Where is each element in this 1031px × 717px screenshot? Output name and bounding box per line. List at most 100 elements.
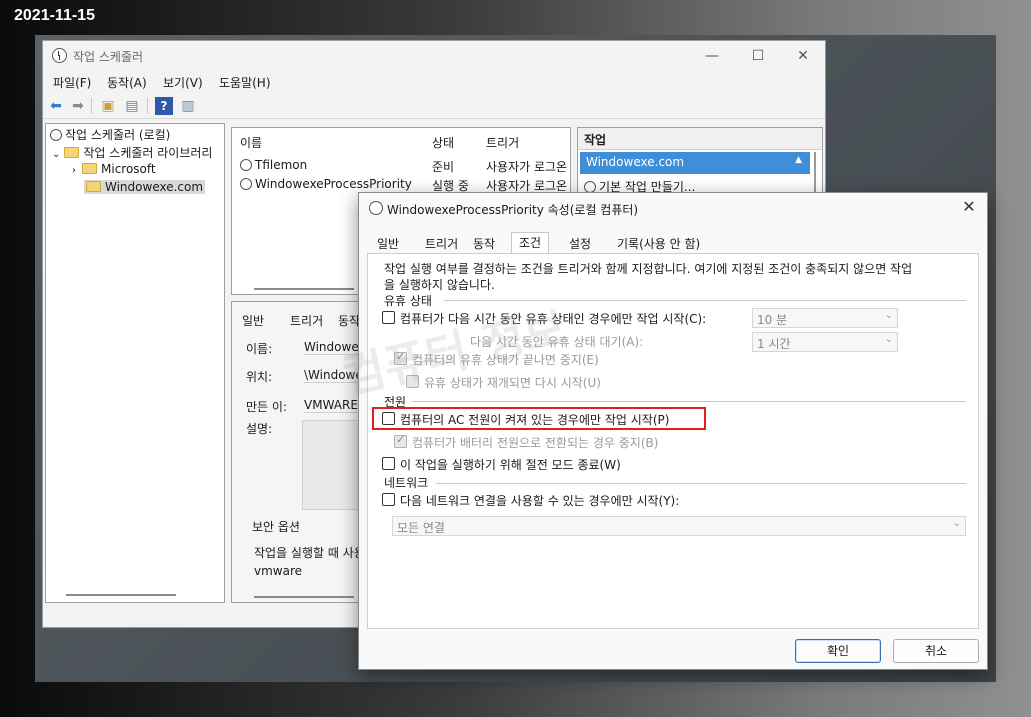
- maximize-button[interactable]: ☐: [743, 45, 773, 67]
- idle-only-checkbox[interactable]: [382, 311, 395, 324]
- toolbar-separator: [91, 98, 92, 114]
- network-group-title: 네트워크: [384, 476, 429, 490]
- detail-tab-actions[interactable]: 동작: [338, 312, 360, 329]
- idle-only-label: 컴퓨터가 다음 시간 동안 유휴 상태인 경우에만 작업 시작(C):: [400, 312, 707, 326]
- tree-folder-label: Microsoft: [101, 162, 156, 176]
- tab-general[interactable]: 일반: [375, 235, 401, 252]
- wake-to-run-label: 이 작업을 실행하기 위해 절전 모드 종료(W): [400, 458, 621, 472]
- menubar: 파일(F) 동작(A) 보기(V) 도움말(H): [43, 71, 825, 93]
- intro-text-line2: 을 실행하지 않습니다.: [384, 278, 495, 292]
- task-properties-dialog: WindowexeProcessPriority 속성(로컬 컴퓨터) ✕ 일반…: [358, 192, 988, 670]
- author-value: VMWARE\vmware: [304, 398, 364, 413]
- tree-library[interactable]: ⌄ 작업 스케줄러 라이브러리: [52, 144, 212, 161]
- conditions-panel: 작업 실행 여부를 결정하는 조건을 트리거와 함께 지정합니다. 여기에 지정…: [367, 253, 979, 629]
- chevron-down-icon: ⌄: [884, 310, 893, 321]
- tab-history[interactable]: 기록(사용 안 함): [615, 235, 702, 252]
- task-clock-icon: [240, 159, 252, 171]
- dialog-title: WindowexeProcessPriority 속성(로컬 컴퓨터): [387, 203, 639, 217]
- description-label: 설명:: [246, 422, 273, 436]
- actions-section-label: Windowexe.com: [586, 155, 685, 169]
- console-tree: 작업 스케줄러 (로컬) ⌄ 작업 스케줄러 라이브러리 › Microsoft W…: [45, 123, 225, 603]
- horizontal-scrollbar[interactable]: [66, 594, 176, 596]
- detail-tab-general[interactable]: 일반: [242, 312, 264, 329]
- security-user-label: 작업을 실행할 때 사용할 사용자 계정:: [254, 546, 366, 560]
- dialog-close-button[interactable]: ✕: [959, 197, 979, 216]
- clock-icon: [369, 201, 383, 215]
- collapse-arrow-icon[interactable]: ▲: [795, 155, 802, 165]
- idle-duration-select[interactable]: 10 분 ⌄: [752, 308, 898, 328]
- network-only-checkbox[interactable]: [382, 493, 395, 506]
- task-status: 준비: [432, 160, 455, 174]
- tree-root[interactable]: 작업 스케줄러 (로컬): [50, 126, 170, 143]
- network-connection-select[interactable]: 모든 연결 ⌄: [392, 516, 966, 536]
- stop-on-idle-end-checkbox[interactable]: [394, 350, 407, 365]
- idle-duration-value: 10 분: [757, 313, 788, 327]
- chevron-right-icon[interactable]: ›: [72, 165, 76, 176]
- security-user-value: vmware: [254, 564, 303, 578]
- dialog-tabbar: 일반 트리거 동작 조건 설정 기록(사용 안 함): [367, 232, 979, 254]
- idle-wait-select[interactable]: 1 시간 ⌄: [752, 332, 898, 352]
- wake-to-run-checkbox[interactable]: [382, 457, 395, 470]
- idle-wait-label: 다음 시간 동안 유휴 상태 대기(A):: [470, 335, 644, 349]
- cancel-button[interactable]: 취소: [893, 639, 979, 663]
- location-label: 위치:: [246, 370, 273, 384]
- menu-action[interactable]: 동작(A): [107, 74, 147, 91]
- window-title: 작업 스케줄러: [73, 50, 144, 64]
- detail-tab-triggers[interactable]: 트리거: [290, 312, 323, 329]
- chevron-down-icon[interactable]: ⌄: [52, 149, 60, 160]
- column-header-status[interactable]: 상태: [432, 134, 454, 151]
- show-hide-console-tree-icon[interactable]: ▤: [123, 97, 141, 115]
- folder-icon: [64, 147, 80, 158]
- tab-actions[interactable]: 동작: [471, 235, 497, 252]
- clock-icon: [50, 129, 62, 141]
- stop-on-idle-end-label: 컴퓨터의 유휴 상태가 끝나면 중지(E): [412, 353, 599, 367]
- horizontal-scrollbar[interactable]: [254, 288, 354, 290]
- ac-power-only-checkbox[interactable]: [382, 412, 395, 425]
- table-row[interactable]: Tfilemon: [240, 158, 307, 172]
- group-divider: [436, 483, 966, 484]
- stop-on-battery-label: 컴퓨터가 배터리 전원으로 전환되는 경우 중지(B): [412, 436, 659, 450]
- folder-icon: [82, 163, 97, 174]
- date-stamp: 2021-11-15: [14, 7, 95, 24]
- group-divider: [412, 401, 966, 402]
- titlebar: 작업 스케줄러 — ☐ ✕: [43, 41, 825, 71]
- tab-conditions[interactable]: 조건: [511, 232, 550, 254]
- stop-on-battery-checkbox[interactable]: [394, 433, 407, 448]
- horizontal-scrollbar[interactable]: [254, 596, 354, 598]
- show-hide-action-pane-icon[interactable]: ▥: [179, 97, 197, 115]
- task-name: WindowexeProcessPriority: [255, 177, 412, 191]
- column-header-trigger[interactable]: 트리거: [486, 134, 519, 151]
- actions-section-windowexe[interactable]: Windowexe.com ▲: [580, 152, 810, 174]
- close-button[interactable]: ✕: [788, 45, 818, 67]
- tab-settings[interactable]: 설정: [567, 235, 593, 252]
- minimize-button[interactable]: —: [697, 45, 727, 67]
- folder-icon: [86, 181, 101, 192]
- menu-file[interactable]: 파일(F): [53, 74, 91, 91]
- ok-button[interactable]: 확인: [795, 639, 881, 663]
- tree-root-label: 작업 스케줄러 (로컬): [65, 128, 171, 142]
- clock-icon: [52, 48, 67, 63]
- intro-text-line1: 작업 실행 여부를 결정하는 조건을 트리거와 함께 지정합니다. 여기에 지정…: [384, 262, 913, 276]
- name-label: 이름:: [246, 342, 273, 356]
- description-box[interactable]: [302, 420, 364, 510]
- tab-triggers[interactable]: 트리거: [423, 235, 460, 252]
- task-name: Tfilemon: [255, 158, 308, 172]
- tree-folder-windowexe[interactable]: Windowexe.com: [84, 180, 206, 194]
- name-value: WindowexeProcessPriority: [304, 340, 364, 355]
- task-trigger: 사용자가 로그온: [486, 160, 568, 174]
- vertical-scrollbar[interactable]: [814, 152, 816, 192]
- location-value: \WindowexeProcessPriority: [304, 368, 364, 383]
- help-icon[interactable]: ?: [155, 97, 173, 115]
- up-folder-icon[interactable]: ▣: [99, 97, 117, 115]
- table-row[interactable]: WindowexeProcessPriority: [240, 177, 412, 191]
- ac-power-only-label: 컴퓨터의 AC 전원이 켜져 있는 경우에만 작업 시작(P): [400, 413, 670, 427]
- restart-on-idle-resume-checkbox[interactable]: [406, 375, 419, 388]
- tree-folder-microsoft[interactable]: › Microsoft: [72, 162, 156, 176]
- column-header-name[interactable]: 이름: [240, 134, 262, 151]
- back-arrow-icon[interactable]: ⬅: [47, 97, 65, 115]
- forward-arrow-icon[interactable]: ➡: [69, 97, 87, 115]
- chevron-down-icon: ⌄: [884, 334, 893, 345]
- menu-help[interactable]: 도움말(H): [219, 74, 271, 91]
- actions-header: 작업: [578, 128, 822, 150]
- menu-view[interactable]: 보기(V): [163, 74, 203, 91]
